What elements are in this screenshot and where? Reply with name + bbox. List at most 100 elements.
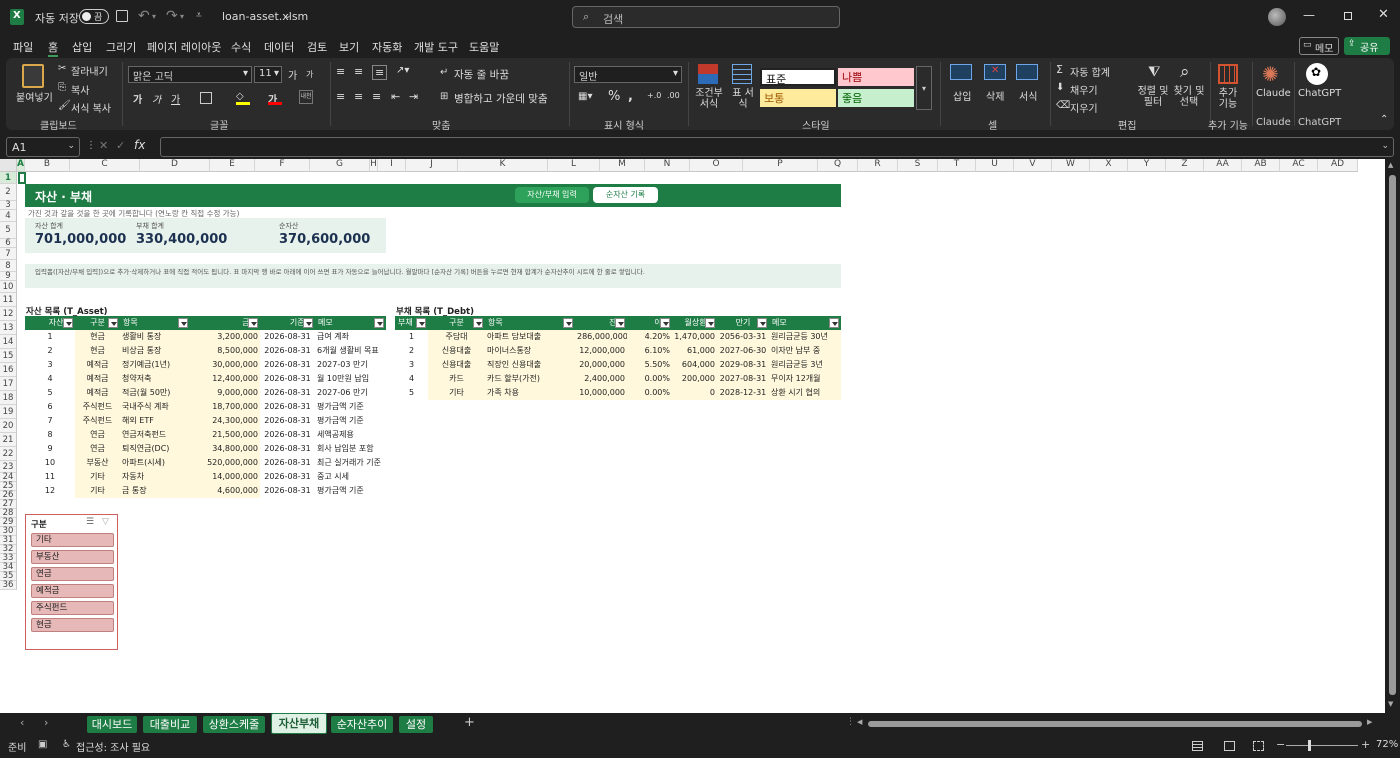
row-header-3[interactable]: 3 (0, 201, 17, 210)
asset-cell-10-4[interactable]: 2026-08-31 (260, 470, 315, 484)
asset-cell-6-1[interactable]: 주식펀드 (75, 414, 120, 428)
asset-cell-7-3[interactable]: 21,500,000 (190, 428, 260, 442)
asset-cell-4-0[interactable]: 5 (25, 386, 75, 400)
column-header-f[interactable]: F (255, 159, 310, 172)
align-center-icon[interactable]: ≡ (354, 90, 363, 103)
number-format-combo[interactable]: 일반 ▾ (574, 66, 682, 83)
debt-cell-3-1[interactable]: 카드 (428, 372, 485, 386)
close-icon[interactable]: ✕ (1378, 7, 1389, 22)
percent-button[interactable]: % (608, 89, 620, 104)
accessibility-status[interactable]: 접근성: 조사 필요 (76, 739, 150, 754)
chatgpt-icon[interactable]: ✿ (1306, 63, 1328, 85)
column-header-ad[interactable]: AD (1318, 159, 1358, 172)
asset-cell-2-1[interactable]: 예적금 (75, 358, 120, 372)
asset-cell-8-2[interactable]: 퇴직연금(DC) (120, 442, 190, 456)
debt-cell-3-7[interactable]: 무이자 12개월 (769, 372, 841, 386)
column-header-n[interactable]: N (645, 159, 690, 172)
menu-home[interactable]: 홈 (48, 39, 59, 57)
comments-button[interactable]: ▭ 메모 (1299, 37, 1339, 55)
slicer-item[interactable]: 현금 (31, 618, 114, 632)
asset-table[interactable]: 자산ID구분항목금액기준일메모1현금생활비 통장3,200,0002026-08… (25, 316, 386, 498)
menu-insert[interactable]: 삽입 (72, 39, 92, 55)
row-header-4[interactable]: 4 (0, 210, 17, 222)
restore-icon[interactable] (1344, 12, 1352, 20)
column-header-p[interactable]: P (743, 159, 818, 172)
insert-button[interactable]: 삽입 (953, 88, 971, 103)
asset-cell-1-2[interactable]: 비상금 통장 (120, 344, 190, 358)
asset-cell-1-0[interactable]: 2 (25, 344, 75, 358)
asset-cell-9-1[interactable]: 부동산 (75, 456, 120, 470)
slicer-item[interactable]: 예적금 (31, 584, 114, 598)
asset-cell-0-0[interactable]: 1 (25, 330, 75, 344)
asset-cell-0-5[interactable]: 급여 계좌 (315, 330, 386, 344)
tab-asset-debt[interactable]: 자산부채 (271, 713, 327, 734)
asset-cell-1-5[interactable]: 6개월 생활비 목표 (315, 344, 386, 358)
scroll-down-icon[interactable]: ▼ (1388, 700, 1393, 708)
underline-button[interactable]: 가 (171, 91, 180, 106)
debt-cell-4-5[interactable]: 0 (672, 386, 717, 400)
menu-file[interactable]: 파일 (13, 39, 33, 55)
asset-cell-3-0[interactable]: 4 (25, 372, 75, 386)
menu-help[interactable]: 도움말 (469, 39, 499, 55)
debt-table[interactable]: 부채구분항목잔액이율월상환액만기메모1주담대아파트 담보대출286,000,00… (395, 316, 841, 400)
debt-cell-4-1[interactable]: 기타 (428, 386, 485, 400)
row-header-11[interactable]: 11 (0, 293, 17, 307)
asset-filter-4-icon[interactable] (303, 318, 313, 328)
paste-icon[interactable] (22, 64, 44, 88)
asset-cell-9-4[interactable]: 2026-08-31 (260, 456, 315, 470)
align-bottom-icon[interactable]: ≡ (372, 65, 388, 80)
column-header-u[interactable]: U (976, 159, 1014, 172)
asset-cell-3-3[interactable]: 12,400,000 (190, 372, 260, 386)
wrap-text-button[interactable]: 자동 줄 바꿈 (454, 67, 509, 82)
asset-cell-2-4[interactable]: 2026-08-31 (260, 358, 315, 372)
debt-cell-4-0[interactable]: 5 (395, 386, 428, 400)
asset-cell-3-4[interactable]: 2026-08-31 (260, 372, 315, 386)
column-header-q[interactable]: Q (818, 159, 858, 172)
italic-button[interactable]: 가 (152, 91, 161, 106)
add-sheet-icon[interactable]: + (464, 715, 475, 730)
name-box[interactable]: A1 ⌄ (6, 137, 80, 157)
asset-cell-6-2[interactable]: 해외 ETF (120, 414, 190, 428)
autosum-button[interactable]: 자동 합계 (1070, 64, 1110, 79)
row-header-2[interactable]: 2 (0, 184, 17, 201)
delete-cells-icon[interactable]: ✕ (984, 64, 1006, 80)
file-name[interactable]: loan-asset.xlsm (222, 10, 308, 23)
cancel-edit-icon[interactable]: ✕ (99, 139, 108, 152)
asset-cell-10-2[interactable]: 자동차 (120, 470, 190, 484)
debt-cell-1-1[interactable]: 신용대출 (428, 344, 485, 358)
align-middle-icon[interactable]: ≡ (354, 65, 363, 78)
asset-filter-0-icon[interactable] (63, 318, 73, 328)
row-header-16[interactable]: 16 (0, 363, 17, 377)
asset-cell-0-3[interactable]: 3,200,000 (190, 330, 260, 344)
asset-cell-6-4[interactable]: 2026-08-31 (260, 414, 315, 428)
asset-cell-4-5[interactable]: 2027-06 만기 (315, 386, 386, 400)
grow-font-button[interactable]: 가 (288, 67, 297, 82)
scroll-up-icon[interactable]: ▲ (1388, 161, 1393, 169)
addins-icon[interactable] (1218, 64, 1238, 84)
debt-cell-2-3[interactable]: 20,000,000 (575, 358, 627, 372)
debt-cell-1-6[interactable]: 2027-06-30 (717, 344, 769, 358)
autosum-icon[interactable]: Σ (1056, 63, 1063, 76)
style-neutral[interactable]: 보통 (760, 89, 836, 107)
tab-scroll-right-icon[interactable]: › (44, 716, 48, 729)
cut-icon[interactable]: ✂ (58, 63, 66, 74)
asset-cell-11-1[interactable]: 기타 (75, 484, 120, 498)
column-header-r[interactable]: R (858, 159, 898, 172)
page-break-view-icon[interactable] (1253, 741, 1264, 751)
asset-filter-5-icon[interactable] (374, 318, 384, 328)
redo-icon[interactable]: ↷ (166, 8, 178, 24)
asset-cell-6-5[interactable]: 평가금액 기준 (315, 414, 386, 428)
record-networth-button[interactable]: 순자산 기록 (593, 187, 658, 203)
column-header-z[interactable]: Z (1166, 159, 1204, 172)
debt-filter-4-icon[interactable] (660, 318, 670, 328)
menu-draw[interactable]: 그리기 (106, 39, 136, 55)
debt-filter-6-icon[interactable] (757, 318, 767, 328)
asset-cell-9-3[interactable]: 520,000,000 (190, 456, 260, 470)
phonetic-button[interactable]: 내천 (299, 90, 313, 104)
asset-cell-7-1[interactable]: 연금 (75, 428, 120, 442)
tab-scroll-left-icon[interactable]: ‹ (20, 716, 24, 729)
row-header-5[interactable]: 5 (0, 222, 17, 239)
fill-icon[interactable]: ⬇ (1056, 82, 1064, 93)
formula-options-icon[interactable]: ⋮ (86, 140, 96, 151)
tab-split-handle-icon[interactable]: ⋮ (846, 717, 855, 727)
